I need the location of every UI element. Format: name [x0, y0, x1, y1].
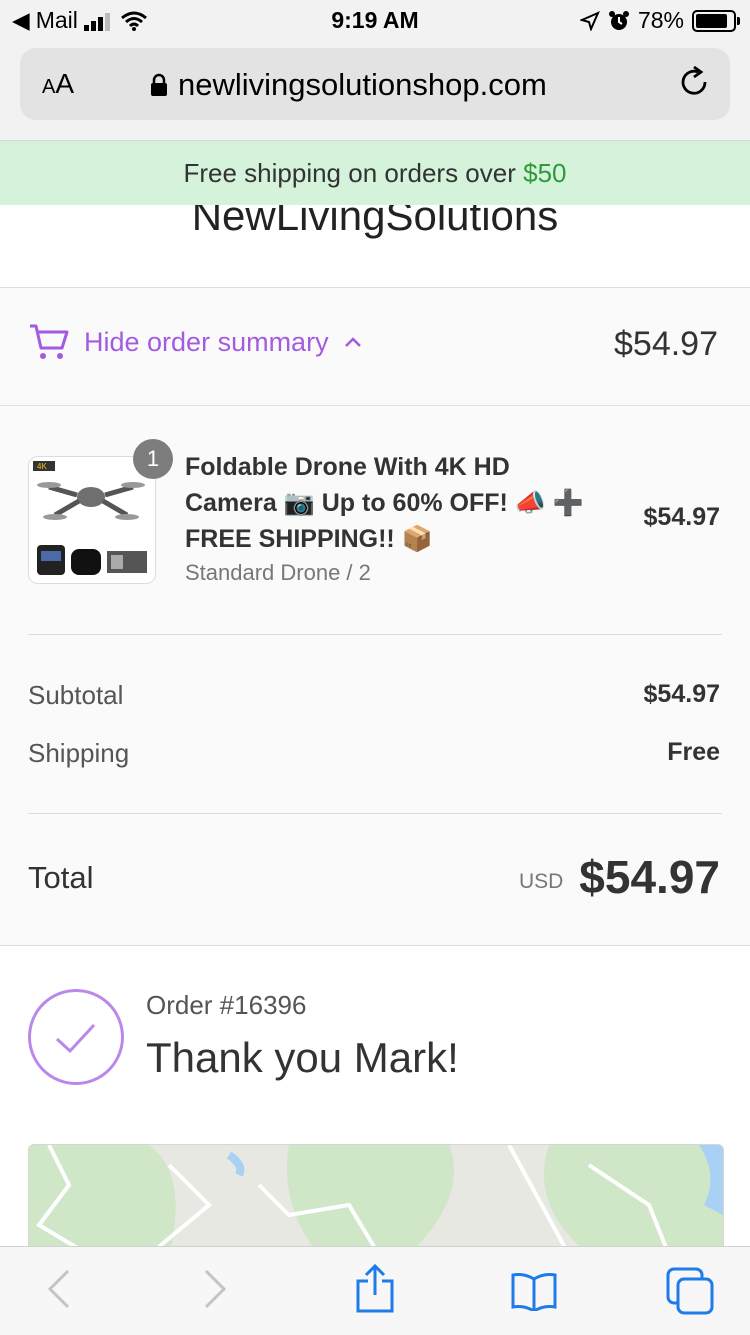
total-currency: USD — [519, 870, 564, 893]
product-variant: Standard Drone / 2 — [185, 560, 371, 585]
text-size-small-glyph: A — [42, 76, 56, 98]
shipping-label: Shipping — [28, 738, 130, 768]
alarm-clock-icon — [608, 10, 629, 30]
total-label: Total — [28, 860, 94, 895]
product-price: $54.97 — [643, 503, 720, 531]
divider — [0, 405, 750, 406]
share-icon[interactable] — [354, 1263, 396, 1315]
announcement-amount: $50 — [523, 158, 567, 188]
checkmark-icon — [55, 1023, 96, 1054]
lock-icon — [151, 73, 167, 96]
text-size-large-glyph: A — [55, 68, 75, 99]
divider — [28, 634, 722, 635]
divider — [28, 813, 722, 814]
thank-you-heading: Thank you Mark! — [146, 1034, 459, 1081]
shipping-announcement: Free shipping on orders over $50 — [0, 141, 750, 205]
total-value: $54.97 — [579, 851, 720, 903]
reload-icon[interactable] — [678, 66, 712, 102]
battery-icon — [692, 9, 740, 32]
status-right: 78% — [579, 7, 740, 34]
cart-icon — [30, 324, 69, 359]
product-thumbnail: 4K — [28, 456, 156, 584]
address-bar[interactable]: AA newlivingsolutionshop.com — [20, 48, 730, 120]
chevron-up-icon — [344, 337, 361, 347]
map-tiles — [29, 1145, 723, 1255]
text-size-button[interactable]: AA — [42, 68, 74, 100]
battery-level — [696, 13, 728, 28]
back-chevron-icon[interactable] — [44, 1267, 74, 1311]
thumb-badge: 4K — [37, 462, 47, 471]
location-arrow-icon — [579, 10, 600, 31]
url-display[interactable]: newlivingsolutionshop.com — [150, 67, 610, 103]
bookmarks-icon[interactable] — [510, 1271, 558, 1311]
subtotal-value: $54.97 — [643, 680, 720, 708]
order-number: Order #16396 — [146, 990, 307, 1020]
forward-chevron-icon[interactable] — [200, 1267, 230, 1311]
product-title: Foldable Drone With 4K HD Camera 📷 Up to… — [185, 453, 584, 553]
order-summary — [0, 288, 750, 946]
url-text: newlivingsolutionshop.com — [178, 67, 547, 102]
browser-chrome: AA newlivingsolutionshop.com — [0, 40, 750, 141]
subtotal-label: Subtotal — [28, 680, 124, 710]
status-bar: ◀ Mail 9:19 AM 78% — [0, 0, 750, 40]
toggle-label: Hide order summary — [84, 326, 329, 357]
announcement-text: Free shipping on orders over — [183, 158, 516, 188]
drone-image: 4K — [33, 461, 147, 575]
delivery-map[interactable] — [28, 1144, 724, 1256]
shipping-value: Free — [667, 738, 720, 766]
summary-total: $54.97 — [614, 325, 718, 363]
hide-order-summary-toggle[interactable]: Hide order summary — [28, 322, 363, 362]
tabs-icon[interactable] — [666, 1267, 716, 1315]
browser-toolbar — [0, 1246, 750, 1335]
quantity-badge: 1 — [133, 439, 173, 479]
battery-percent: 78% — [637, 7, 684, 33]
checkmark-circle-icon — [28, 989, 124, 1085]
